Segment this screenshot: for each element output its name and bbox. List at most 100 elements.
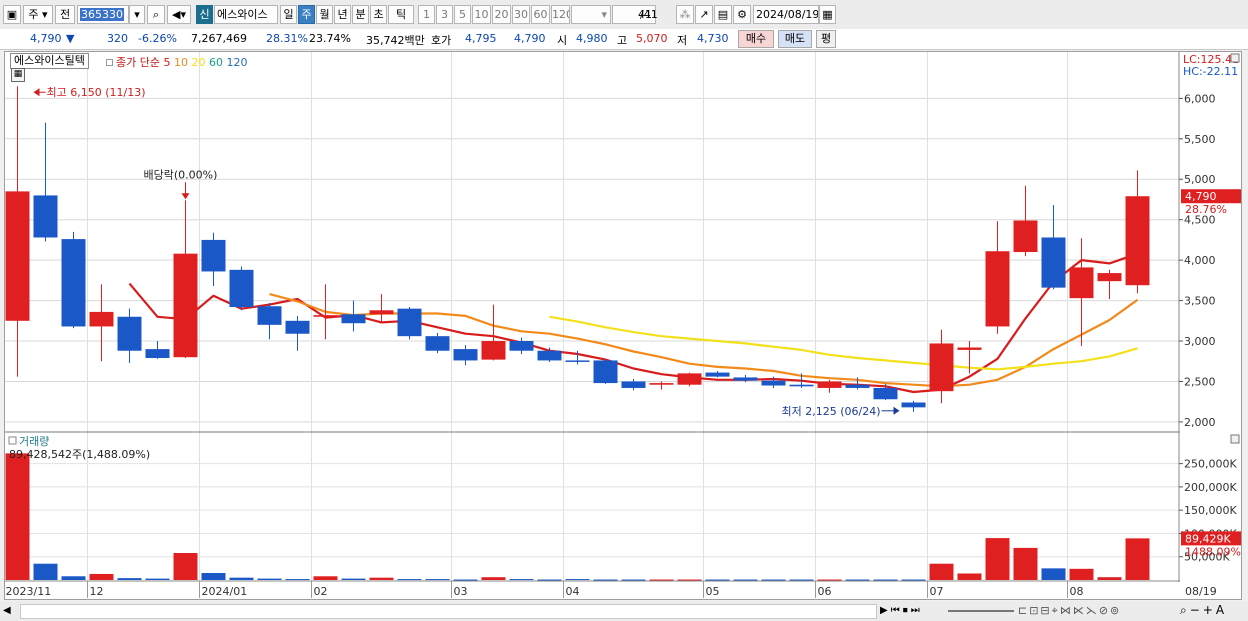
ma-legend-120: 120 (222, 56, 248, 69)
stock-code-input[interactable]: 365330 (77, 5, 129, 24)
candle-body (61, 239, 86, 327)
search-icon[interactable]: ⌕ (147, 5, 165, 24)
eval-button[interactable]: 평 (816, 30, 836, 48)
low-annotation: 최저 2,125 (06/24) (782, 405, 881, 418)
period-tab-1[interactable]: 주 (298, 5, 315, 24)
volume-bar (705, 579, 730, 581)
bid-label: 호가 (431, 34, 452, 47)
candle-body (1125, 196, 1150, 286)
scroll-track[interactable] (20, 604, 877, 619)
volume-bar (1013, 547, 1038, 580)
buy-button[interactable]: 매수 (738, 30, 774, 48)
interval-select[interactable]: ▾ (571, 5, 611, 24)
interval-button-20[interactable]: 20 (492, 5, 511, 24)
volume-bar (61, 576, 86, 580)
period-tab-6[interactable]: 틱 (388, 5, 414, 24)
period-tab-2[interactable]: 월 (316, 5, 333, 24)
volume-bar (257, 578, 282, 580)
candle-body (761, 380, 786, 386)
period-tab-0[interactable]: 일 (280, 5, 297, 24)
scroll-controls[interactable]: ▶⏮⏹⏭ (880, 603, 923, 618)
volume-bar (453, 579, 478, 581)
high-label: 고 (617, 34, 628, 47)
period-tab-3[interactable]: 년 (334, 5, 351, 24)
volume-bar (173, 553, 198, 580)
high-annotation: 최고 6,150 (11/13) (47, 86, 146, 99)
price-tick-label: 6,000 (1184, 92, 1216, 105)
open-price: 4,980 (576, 32, 608, 45)
chart-title-box[interactable]: 에스와이스틸텍 (10, 53, 89, 69)
candle-body (817, 381, 842, 388)
volume-bar (1069, 568, 1094, 580)
date-field[interactable]: 2024/08/19 (753, 5, 819, 24)
current-price: 4,790 (30, 32, 62, 45)
candle-body (509, 341, 534, 351)
x-tick-label: 12 (90, 585, 104, 598)
link-icon[interactable]: ⁂ (676, 5, 694, 24)
calendar-icon[interactable]: ▦ (819, 5, 836, 24)
volume-bar (33, 563, 58, 580)
scroll-left-icon[interactable]: ◀ (3, 603, 17, 618)
period-tab-4[interactable]: 분 (352, 5, 369, 24)
price-tick-label: 4,000 (1184, 254, 1216, 267)
ma-legend[interactable]: 종가 단순 5 10 20 60 120 (106, 54, 247, 70)
candle-body (1069, 267, 1094, 299)
candle-body (453, 349, 478, 361)
crosshair-icon[interactable]: ↗ (695, 5, 713, 24)
volume-bar (761, 579, 786, 581)
zoom-slider[interactable] (948, 610, 1014, 612)
volume-bar (873, 579, 898, 581)
gear-icon[interactable]: ⚙ (733, 5, 751, 24)
sound-icon[interactable]: ◀▾ (167, 5, 191, 24)
low-price: 4,730 (697, 32, 729, 45)
volume-bar (5, 453, 30, 580)
chart-title: 에스와이스틸텍 (14, 54, 85, 67)
zoom-controls[interactable]: ⌕−+A (1180, 603, 1227, 618)
ma-legend-60: 60 (205, 56, 223, 69)
candle-body (929, 343, 954, 392)
top-toolbar: ▣ 주 ▾ 전 365330 ▾ ⌕ ◀▾ 신 에스와이스 일주월년분초틱135… (0, 0, 1248, 29)
stock-name-field[interactable]: 에스와이스 (214, 5, 278, 24)
stock-chart[interactable]: 2,0002,5003,0003,5004,0004,5005,0005,500… (3, 52, 1242, 599)
bid-price: 4,790 (514, 32, 546, 45)
save-icon[interactable]: ▤ (714, 5, 732, 24)
volume-bar (425, 579, 450, 581)
volume-bar (1041, 568, 1066, 580)
prev-button[interactable]: 전 (55, 5, 75, 24)
new-badge: 신 (196, 5, 213, 24)
volume-bar (621, 579, 646, 581)
candle-body (873, 387, 898, 400)
interval-button-3[interactable]: 3 (436, 5, 453, 24)
last-price-pct: 28.76% (1185, 203, 1227, 216)
interval-button-1[interactable]: 1 (418, 5, 435, 24)
candle-body (649, 383, 674, 385)
sell-button[interactable]: 매도 (778, 30, 812, 48)
x-tick-label: 07 (930, 585, 944, 598)
window-menu-icon[interactable]: ▣ (3, 5, 21, 24)
volume-panel-close-icon (1230, 434, 1240, 444)
candle-body (425, 336, 450, 351)
volume-bar (789, 579, 814, 581)
price-tick-label: 2,000 (1184, 416, 1216, 429)
code-dropdown-icon[interactable]: ▾ (129, 5, 145, 24)
interval-button-30[interactable]: 30 (512, 5, 530, 24)
interval-button-10[interactable]: 10 (472, 5, 491, 24)
period-tab-5[interactable]: 초 (370, 5, 387, 24)
price-change: 320 (107, 32, 128, 45)
volume-bar (537, 579, 562, 581)
volume-bar (593, 579, 618, 581)
calendar-small-icon[interactable]: ▦ (11, 68, 25, 82)
drawing-tools[interactable]: ⊏⊡⊟⌖⋈⋉⋋⊘⊚ (1018, 603, 1121, 618)
interval-button-5[interactable]: 5 (454, 5, 471, 24)
interval-button-60[interactable]: 60 (531, 5, 550, 24)
candle-body (1041, 237, 1066, 288)
volume-bar (369, 577, 394, 580)
candle-body (5, 191, 30, 321)
volume-bar (565, 579, 590, 581)
volume-ratio: 28.31% (266, 32, 308, 45)
interval-button-120[interactable]: 120 (551, 5, 570, 24)
period-type-select[interactable]: 주 ▾ (23, 5, 53, 24)
price-tick-label: 5,500 (1184, 133, 1216, 146)
volume-bar (89, 573, 114, 580)
ask-price: 4,795 (465, 32, 497, 45)
